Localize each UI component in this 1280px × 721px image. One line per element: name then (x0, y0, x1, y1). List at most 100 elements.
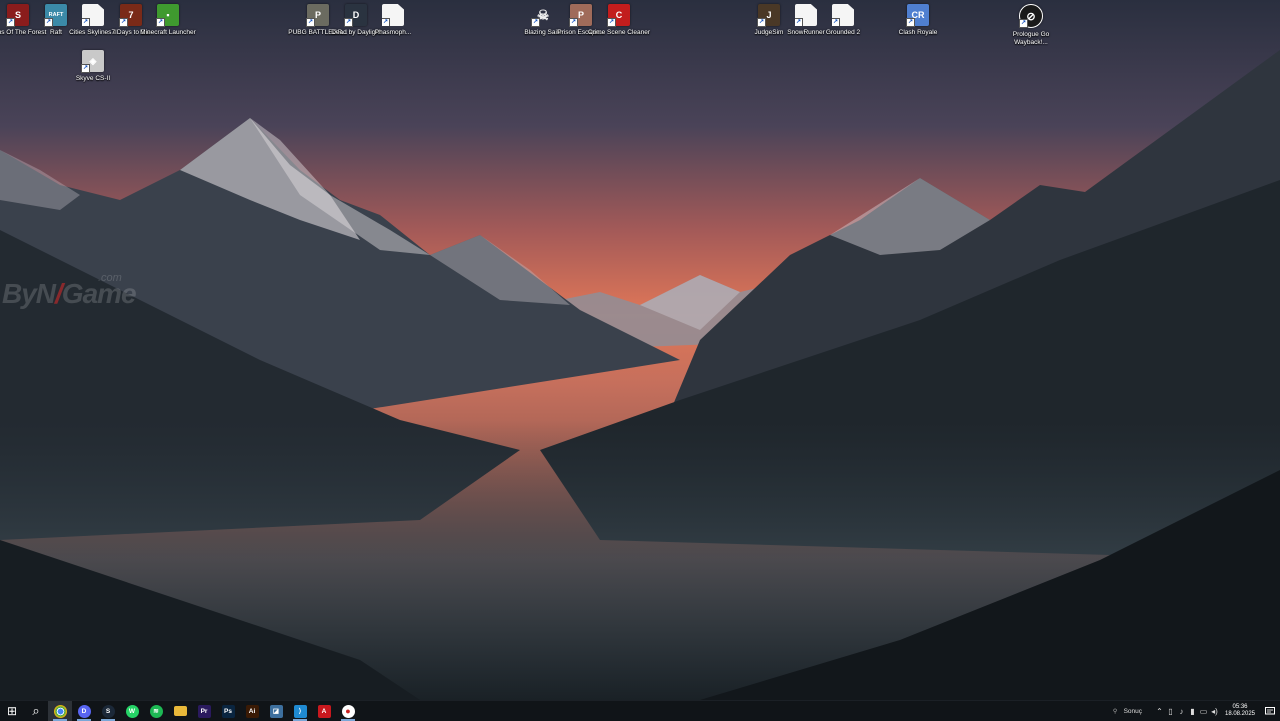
vscode-app[interactable]: ⟩ (288, 701, 312, 721)
desktop-icon-label: Phasmoph... (374, 29, 412, 36)
bynogame-watermark: ByN/Game .com (2, 272, 137, 310)
file-explorer-app[interactable] (168, 701, 192, 721)
icon-glyph: P (577, 10, 584, 20)
battery-icon[interactable]: ▮ (1187, 701, 1198, 721)
search-result-icon: ⚲ (1112, 708, 1118, 715)
icon-glyph: Pr (200, 707, 208, 715)
icon-glyph: A (321, 707, 327, 715)
clock[interactable]: 05:36 18.08.2025 (1224, 704, 1256, 718)
icon-glyph: S (105, 707, 111, 715)
desktop-wallpaper (0, 0, 1280, 700)
desktop-icon[interactable]: ↗ Phasmoph... (361, 4, 425, 37)
shortcut-arrow-icon: ↗ (1019, 19, 1028, 28)
vscode-icon: ⟩ (293, 704, 307, 718)
icon-glyph: ⟩ (298, 708, 302, 715)
icon-glyph: Ai (248, 707, 256, 715)
photoshop-icon: Ps (221, 704, 235, 718)
desktop-icon[interactable]: CR ↗ Clash Royale (886, 4, 950, 37)
icon-glyph: D (352, 10, 360, 20)
desktop-icon-label: Grounded 2 (825, 29, 861, 36)
steam-app[interactable]: S (96, 701, 120, 721)
icon-glyph: D (81, 707, 87, 715)
spotify-app[interactable]: ≋ (144, 701, 168, 721)
folder-icon (173, 706, 187, 716)
shortcut-arrow-icon: ↗ (156, 18, 165, 27)
app-icon: ◪ (269, 704, 283, 718)
shortcut-arrow-icon: ↗ (569, 18, 578, 27)
speaker-icon[interactable]: ◂) (1209, 701, 1220, 721)
clash-royale-icon: CR ↗ (906, 4, 929, 27)
discord-icon: D (77, 704, 91, 718)
search-result-label[interactable]: Sonuç (1124, 708, 1142, 715)
watermark-domain: .com (98, 272, 122, 284)
search-button[interactable]: ⌕ (24, 701, 48, 721)
whatsapp-app[interactable]: W (120, 701, 144, 721)
spotify-icon: ≋ (149, 704, 163, 718)
chevron-up-icon[interactable]: ⌃ (1154, 701, 1165, 721)
photoshop-app[interactable]: Ps (216, 701, 240, 721)
system-tray: ⚲ Sonuç ⌃ ▯ ♪ ▮ ▭ ◂) 05:36 18.08.2025 (1110, 701, 1280, 721)
crime-scene-cleaner-icon: C ↗ (607, 4, 630, 27)
file-icon: ↗ (382, 4, 404, 26)
microphone-icon[interactable]: ♪ (1176, 701, 1187, 721)
watermark-slash: / (55, 278, 63, 309)
icon-glyph: ◈ (89, 55, 97, 66)
shortcut-arrow-icon: ↗ (81, 64, 90, 73)
unknown-app[interactable]: ◪ (264, 701, 288, 721)
whatsapp-icon: W (125, 704, 139, 718)
premiere-app[interactable]: Pr (192, 701, 216, 721)
desktop-icon-label: Prologue Go Wayback!... (1012, 31, 1050, 46)
icon-glyph: C (615, 10, 623, 20)
icon-glyph: S (14, 10, 21, 20)
steam-icon: S (101, 704, 115, 718)
desktop-icon[interactable]: ↗ Grounded 2 (811, 4, 875, 37)
prologue-icon: ⊘ ↗ (1019, 4, 1043, 28)
desktop-icon-label: Minecraft Launcher (140, 29, 196, 36)
premiere-pro-icon: Pr (197, 704, 211, 718)
illustrator-icon: Ai (245, 704, 259, 718)
shortcut-arrow-icon: ↗ (119, 18, 128, 27)
shortcut-arrow-icon: ↗ (306, 18, 315, 27)
start-button[interactable]: ⊞ (0, 701, 24, 721)
shortcut-arrow-icon: ↗ (906, 18, 915, 27)
icon-glyph: P (314, 10, 321, 20)
icon-glyph: ● (345, 706, 351, 716)
network-icon[interactable]: ▭ (1198, 701, 1209, 721)
chrome-app[interactable] (48, 701, 72, 721)
icon-glyph: W (128, 707, 136, 715)
skyve-icon: ◈ ↗ (81, 50, 104, 73)
obs-app[interactable]: ● (336, 701, 360, 721)
shortcut-arrow-icon: ↗ (795, 18, 803, 26)
acrobat-app[interactable]: A (312, 701, 336, 721)
shortcut-arrow-icon: ↗ (44, 18, 53, 27)
desktop-icon[interactable]: ⊘ ↗ Prologue Go Wayback!... (999, 4, 1063, 46)
tablet-icon[interactable]: ▯ (1165, 701, 1176, 721)
icon-glyph: ◪ (272, 708, 280, 715)
icon-glyph: ≋ (153, 708, 159, 715)
windows-icon: ⊞ (6, 704, 19, 718)
taskbar-apps: ⊞ ⌕ D S W ≋ Pr Ps Ai ◪ ⟩ A ● (0, 701, 360, 721)
acrobat-icon: A (317, 704, 331, 718)
watermark-main: ByN (2, 278, 56, 309)
file-icon: ↗ (832, 4, 854, 26)
desktop-icon-label: Skyve CS-II (75, 75, 111, 82)
notification-button[interactable] (1260, 701, 1280, 721)
search-icon: ⌕ (30, 703, 43, 718)
icon-glyph: 7 (128, 10, 134, 20)
shortcut-arrow-icon: ↗ (531, 18, 540, 27)
icon-glyph: ⊞ (6, 704, 18, 718)
record-icon: ● (341, 704, 355, 718)
shortcut-arrow-icon: ↗ (832, 18, 840, 26)
minecraft-icon: ▪ ↗ (156, 4, 179, 27)
clock-time: 05:36 (1232, 704, 1248, 710)
icon-glyph: Ps (224, 707, 232, 715)
illustrator-app[interactable]: Ai (240, 701, 264, 721)
desktop-icon[interactable]: ▪ ↗ Minecraft Launcher (136, 4, 200, 37)
clock-date: 18.08.2025 (1224, 711, 1256, 717)
desktop-icon[interactable]: C ↗ Crime Scene Cleaner (587, 4, 651, 37)
chrome-icon (53, 704, 67, 718)
desktop-icon[interactable]: ◈ ↗ Skyve CS-II (61, 50, 125, 83)
discord-app[interactable]: D (72, 701, 96, 721)
desktop-icon-label: Crime Scene Cleaner (587, 29, 651, 36)
shortcut-arrow-icon: ↗ (757, 18, 766, 27)
